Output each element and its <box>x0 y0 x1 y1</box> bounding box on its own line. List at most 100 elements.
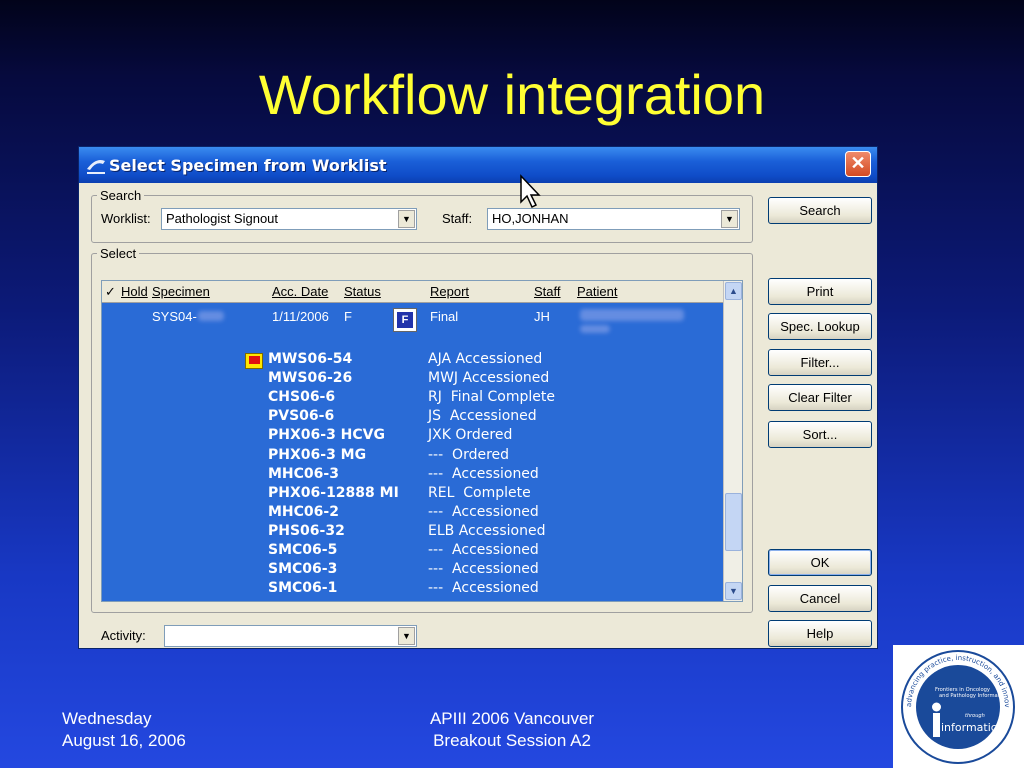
row-specimen: PHX06-12888 MI <box>268 484 399 501</box>
specimen-list[interactable]: ✓ Hold Specimen Acc. Date Status Report … <box>101 280 743 602</box>
column-staff[interactable]: Staff <box>534 284 561 299</box>
column-patient[interactable]: Patient <box>577 284 617 299</box>
column-report[interactable]: Report <box>430 284 469 299</box>
scroll-down-icon[interactable]: ▼ <box>725 582 742 600</box>
scroll-up-icon[interactable]: ▲ <box>725 282 742 300</box>
logo-graphic: advancing practice, instruction, and inn… <box>891 639 1015 764</box>
close-button[interactable]: ✕ <box>845 151 871 177</box>
print-button[interactable]: Print <box>768 278 872 305</box>
activity-label: Activity: <box>101 628 146 643</box>
footer-session: Breakout Session A2 <box>433 731 591 750</box>
slide-title: Workflow integration <box>258 63 766 126</box>
row-specimen: PVS06-6 <box>268 408 335 425</box>
search-group-label: Search <box>97 188 145 203</box>
clear-filter-button[interactable]: Clear Filter <box>768 384 872 411</box>
final-report-icon[interactable]: F <box>393 308 417 332</box>
table-row[interactable]: SMC06-5 --- Accessioned <box>102 542 724 561</box>
row-detail: MWJ Accessioned <box>428 370 550 387</box>
row-detail: AJA Accessioned <box>428 351 543 367</box>
redacted-block <box>580 309 684 321</box>
row-detail: JXK Ordered <box>428 427 513 444</box>
row-specimen: PHS06-32 <box>268 522 345 539</box>
column-specimen[interactable]: Specimen <box>152 284 210 299</box>
table-row[interactable]: SMC06-1 --- Accessioned <box>102 580 724 599</box>
table-row[interactable]: PHX06-12888 MI REL Complete <box>102 485 724 504</box>
table-row[interactable]: MHC06-2 --- Accessioned <box>102 504 724 523</box>
row-acc-date: 1/11/2006 <box>272 309 329 324</box>
row-detail: --- Accessioned <box>428 465 539 482</box>
row-specimen: SMC06-5 <box>268 542 338 558</box>
table-row[interactable]: PVS06-6 JS Accessioned <box>102 408 724 427</box>
ok-button[interactable]: OK <box>768 549 872 576</box>
staff-select[interactable]: HO,JONHAN ▼ <box>487 208 740 230</box>
row-detail: --- Accessioned <box>428 561 539 578</box>
staff-label: Staff: <box>442 211 473 226</box>
select-specimen-dialog: Select Specimen from Worklist ✕ Search W… <box>78 146 878 649</box>
footer-left: Wednesday August 16, 2006 <box>62 708 186 752</box>
sort-button[interactable]: Sort... <box>768 421 872 448</box>
row-specimen: SMC06-1 <box>268 580 338 597</box>
footer-day: Wednesday <box>62 709 152 728</box>
logo-word: informatics <box>941 721 1003 734</box>
row-specimen: MHC06-3 <box>268 465 339 482</box>
row-specimen: PHX06-3 MG <box>268 446 367 463</box>
column-acc-date[interactable]: Acc. Date <box>272 284 328 299</box>
mouse-cursor-icon <box>520 174 541 209</box>
list-scrollbar[interactable]: ▲ ▼ <box>723 281 742 601</box>
redacted-block <box>198 311 224 321</box>
row-specimen: CHS06-6 <box>268 389 336 406</box>
chevron-down-icon[interactable]: ▼ <box>398 627 415 645</box>
help-button[interactable]: Help <box>768 620 872 647</box>
worklist-value: Pathologist Signout <box>166 211 279 226</box>
cancel-button[interactable]: Cancel <box>768 585 872 612</box>
table-row[interactable]: MWS06-26 MWJ Accessioned <box>102 370 724 389</box>
table-row[interactable]: SMC06-3 --- Accessioned <box>102 561 724 580</box>
row-detail: --- Accessioned <box>428 580 539 597</box>
table-row[interactable]: CHS06-6 RJ Final Complete <box>102 389 724 408</box>
final-report-icon-glyph: F <box>397 312 413 328</box>
footer-date: August 16, 2006 <box>62 731 186 750</box>
table-row[interactable]: MHC06-3 --- Accessioned <box>102 466 724 485</box>
row-detail: --- Accessioned <box>428 503 539 520</box>
chevron-down-icon[interactable]: ▼ <box>721 210 738 228</box>
row-staff: JH <box>534 309 550 324</box>
column-hold[interactable]: Hold <box>121 284 148 299</box>
worklist-label: Worklist: <box>101 211 151 226</box>
table-row[interactable]: MWS06-54 AJA Accessioned <box>102 351 724 370</box>
row-detail: REL Complete <box>428 484 531 501</box>
worklist-select[interactable]: Pathologist Signout ▼ <box>161 208 417 230</box>
column-status[interactable]: Status <box>344 284 381 299</box>
table-row[interactable]: PHS06-32 ELB Accessioned <box>102 523 724 542</box>
row-specimen: SMC06-3 <box>268 561 338 578</box>
footer-event: APIII 2006 Vancouver <box>429 709 595 728</box>
column-check[interactable]: ✓ <box>105 284 116 300</box>
spec-lookup-button[interactable]: Spec. Lookup <box>768 313 872 340</box>
list-header: ✓ Hold Specimen Acc. Date Status Report … <box>102 281 724 303</box>
title-bar[interactable]: Select Specimen from Worklist ✕ <box>79 147 877 183</box>
table-row[interactable]: PHX06-3 MG --- Ordered <box>102 447 724 466</box>
app-icon <box>87 160 105 174</box>
informatics-logo: advancing practice, instruction, and inn… <box>891 639 1024 768</box>
row-report: Final <box>430 309 459 324</box>
table-row[interactable]: PHX06-3 HCVG JXK Ordered <box>102 427 724 446</box>
row-detail: RJ Final Complete <box>428 389 555 406</box>
scroll-thumb[interactable] <box>725 493 742 551</box>
row-specimen: MWS06-54 <box>268 351 353 367</box>
row-status: F <box>344 309 352 324</box>
row-specimen: SYS04- <box>152 309 197 324</box>
redacted-block <box>580 325 610 333</box>
footer-center: APIII 2006 Vancouver Breakout Session A2 <box>412 708 612 752</box>
search-button[interactable]: Search <box>768 197 872 224</box>
row-detail: --- Accessioned <box>428 542 539 558</box>
row-specimen: MHC06-2 <box>268 503 339 520</box>
chevron-down-icon[interactable]: ▼ <box>398 210 415 228</box>
logo-through: through <box>965 713 985 719</box>
select-group-label: Select <box>97 246 140 261</box>
row-detail: --- Ordered <box>428 446 510 463</box>
activity-select[interactable]: ▼ <box>164 625 417 647</box>
row-specimen: MWS06-26 <box>268 370 353 387</box>
row-detail: ELB Accessioned <box>428 522 546 539</box>
filter-button[interactable]: Filter... <box>768 349 872 376</box>
row-specimen: PHX06-3 HCVG <box>268 427 385 444</box>
row-detail: JS Accessioned <box>428 408 537 425</box>
